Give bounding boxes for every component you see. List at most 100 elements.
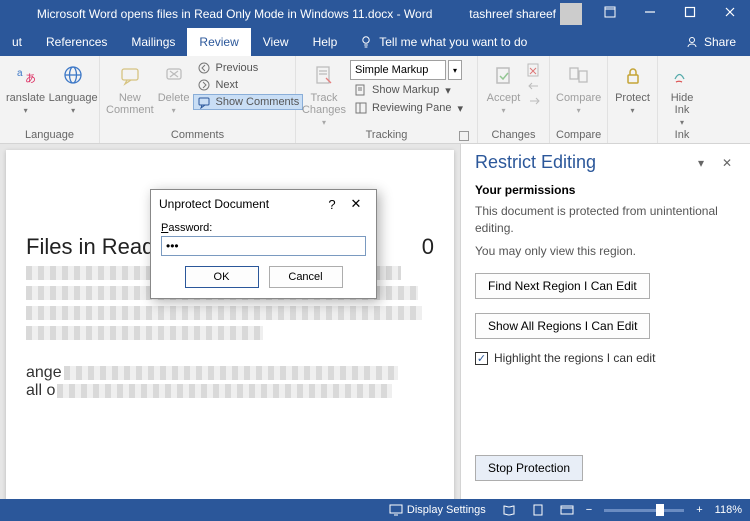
zoom-slider[interactable]	[596, 509, 692, 512]
language-label: Language	[49, 92, 98, 104]
protect-label: Protect	[615, 92, 650, 104]
restrict-editing-pane: Restrict Editing ▾ ✕ Your permissions Th…	[460, 144, 750, 499]
compare-button[interactable]: Compare ▾	[556, 60, 601, 115]
zoom-level[interactable]: 118%	[707, 504, 750, 516]
new-comment-button[interactable]: New Comment	[106, 60, 154, 116]
ribbon: aあ ranslate ▾ Language ▾ Language New Co…	[0, 56, 750, 144]
delete-label: Delete	[158, 92, 190, 104]
group-compare: Compare ▾ Compare	[550, 56, 608, 143]
share-label: Share	[704, 35, 736, 49]
reviewing-pane-button[interactable]: Reviewing Pane ▾	[350, 100, 467, 116]
svg-text:a: a	[17, 68, 23, 79]
ribbon-display-options-icon[interactable]	[590, 0, 630, 28]
prev-change-icon[interactable]	[527, 80, 543, 92]
group-ink: Hide Ink ▾ Ink	[658, 56, 706, 143]
user-name[interactable]: tashreef shareef	[469, 7, 556, 21]
hide-ink-button[interactable]: Hide Ink ▾	[664, 60, 700, 127]
pane-options-button[interactable]: ▾	[692, 154, 710, 172]
pane-close-button[interactable]: ✕	[718, 154, 736, 172]
group-label: Comments	[106, 127, 289, 143]
stop-protection-button[interactable]: Stop Protection	[475, 455, 583, 481]
chevron-down-icon: ▾	[630, 106, 634, 115]
unprotect-document-dialog: Unprotect Document ? ✕ Password: OK Canc…	[150, 189, 377, 299]
show-markup-button[interactable]: Show Markup ▾	[350, 82, 467, 98]
zoom-out-button[interactable]: −	[582, 504, 596, 516]
tab-help[interactable]: Help	[301, 28, 350, 56]
share-button[interactable]: Share	[671, 35, 750, 49]
chevron-down-icon: ▾	[577, 106, 581, 115]
language-button[interactable]: Language ▾	[49, 60, 97, 115]
chevron-down-icon: ▾	[445, 84, 451, 97]
chevron-down-icon: ▾	[501, 106, 505, 115]
document-text: ange	[26, 364, 62, 382]
password-label: Password:	[161, 222, 366, 234]
cancel-button[interactable]: Cancel	[269, 266, 343, 288]
group-label: Tracking	[302, 127, 471, 143]
document-title: Microsoft Word opens files in Read Only …	[0, 7, 469, 21]
highlight-regions-checkbox[interactable]: ✓ Highlight the regions I can edit	[475, 351, 736, 365]
tab-references[interactable]: References	[34, 28, 119, 56]
ok-button[interactable]: OK	[185, 266, 259, 288]
tab-mailings[interactable]: Mailings	[119, 28, 187, 56]
chevron-down-icon: ▾	[680, 118, 684, 127]
read-mode-icon	[502, 504, 516, 516]
view-web-layout[interactable]	[552, 504, 582, 516]
chevron-down-icon: ▾	[458, 102, 464, 115]
globe-icon	[59, 62, 87, 90]
close-icon: ✕	[722, 156, 732, 170]
minimize-button[interactable]	[630, 0, 670, 28]
display-settings-button[interactable]: Display Settings	[381, 504, 494, 516]
group-label: Compare	[556, 127, 601, 143]
tab-view[interactable]: View	[251, 28, 301, 56]
chevron-down-icon: ▾	[453, 66, 457, 75]
close-window-button[interactable]	[710, 0, 750, 28]
user-avatar[interactable]	[560, 3, 582, 25]
translate-label: ranslate	[6, 92, 45, 104]
next-comment-button[interactable]: Next	[193, 77, 303, 93]
group-label: Changes	[484, 127, 543, 143]
previous-comment-button[interactable]: Previous	[193, 60, 303, 76]
document-text: all o	[26, 382, 55, 400]
markup-combo-arrow[interactable]: ▾	[448, 60, 462, 80]
lock-icon	[619, 62, 647, 90]
group-protect: Protect ▾	[608, 56, 658, 143]
protect-button[interactable]: Protect ▾	[614, 60, 651, 115]
dialog-close-button[interactable]: ✕	[344, 196, 368, 212]
dialog-help-button[interactable]: ?	[320, 197, 344, 212]
translate-button[interactable]: aあ ranslate ▾	[6, 60, 45, 115]
dialog-launcher-icon[interactable]	[459, 131, 469, 141]
reviewing-pane-icon	[354, 101, 368, 115]
permissions-text: You may only view this region.	[475, 243, 736, 260]
ink-icon	[668, 62, 696, 90]
accept-icon	[490, 62, 518, 90]
tell-me-search[interactable]: Tell me what you want to do	[349, 28, 537, 56]
display-icon	[389, 504, 403, 516]
new-comment-label: New Comment	[106, 92, 154, 116]
view-print-layout[interactable]	[524, 504, 552, 516]
tab-review[interactable]: Review	[187, 28, 250, 56]
group-label: Language	[6, 127, 93, 143]
show-comments-button[interactable]: Show Comments	[193, 94, 303, 110]
svg-text:あ: あ	[25, 72, 36, 85]
tab-layout[interactable]: ut	[0, 28, 34, 56]
reject-icon[interactable]	[527, 63, 543, 77]
maximize-button[interactable]	[670, 0, 710, 28]
zoom-in-button[interactable]: +	[692, 504, 706, 516]
password-input[interactable]	[161, 236, 366, 256]
delete-comment-button[interactable]: Delete ▾	[158, 60, 190, 115]
highlight-label: Highlight the regions I can edit	[494, 351, 655, 365]
show-all-regions-button[interactable]: Show All Regions I Can Edit	[475, 313, 650, 339]
markup-combo[interactable]: Simple Markup	[350, 60, 446, 80]
permissions-heading: Your permissions	[475, 183, 736, 197]
markup-icon	[354, 83, 368, 97]
view-read-mode[interactable]	[494, 504, 524, 516]
web-layout-icon	[560, 504, 574, 516]
find-next-region-button[interactable]: Find Next Region I Can Edit	[475, 273, 650, 299]
track-changes-button[interactable]: Track Changes ▾	[302, 60, 346, 127]
accept-button[interactable]: Accept ▾	[484, 60, 523, 115]
pane-title: Restrict Editing	[475, 152, 596, 173]
delete-icon	[160, 62, 188, 90]
next-change-icon[interactable]	[527, 95, 543, 107]
tell-me-label: Tell me what you want to do	[379, 35, 527, 49]
dialog-title: Unprotect Document	[159, 197, 269, 211]
